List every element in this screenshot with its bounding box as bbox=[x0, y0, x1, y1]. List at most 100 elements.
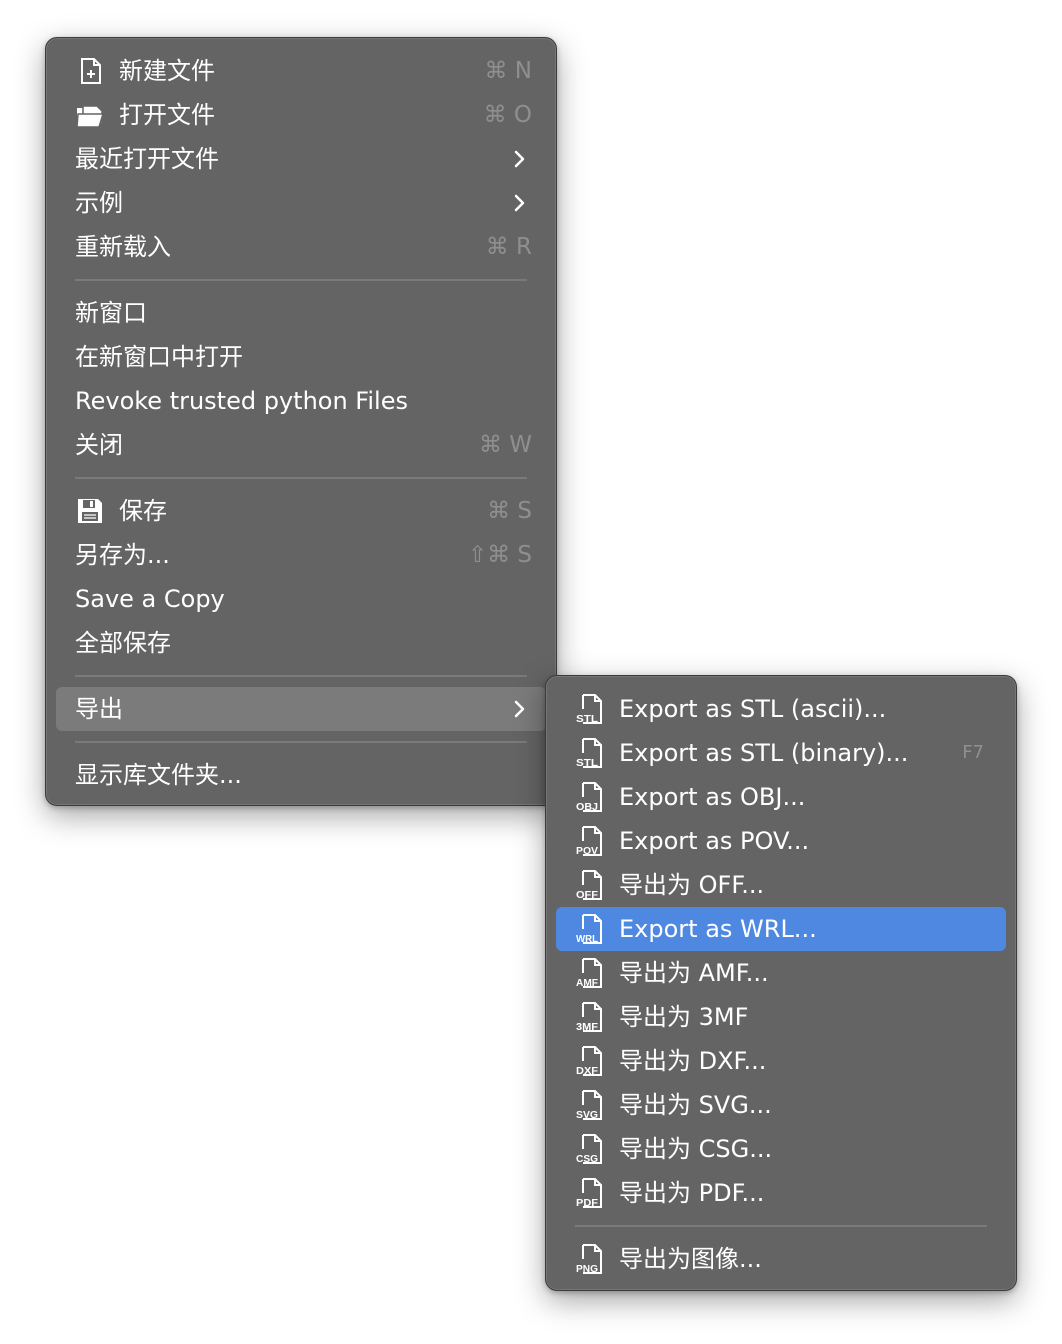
menu-item-label: 导出为 SVG... bbox=[619, 1091, 772, 1119]
menu-item-label: 导出为 3MF bbox=[619, 1003, 749, 1031]
shortcut-text: ⌘ W bbox=[478, 432, 532, 458]
export-submenu: STL Export as STL (ascii)... STL Export as … bbox=[545, 675, 1017, 1291]
file-format-icon: DXF bbox=[576, 1046, 602, 1077]
file-format-label: SVG bbox=[576, 1110, 598, 1121]
menu-item-label: 全部保存 bbox=[75, 629, 171, 657]
file-format-icon: CSG bbox=[576, 1134, 602, 1165]
menu-item-reload[interactable]: 重新载入 ⌘ R bbox=[56, 225, 546, 269]
file-format-icon: PNG bbox=[576, 1244, 602, 1275]
file-format-label: AMF bbox=[576, 978, 598, 989]
menu-item-label: 导出为图像... bbox=[619, 1245, 762, 1273]
file-format-label: OBJ bbox=[576, 802, 598, 813]
menu-item-label: 重新载入 bbox=[75, 233, 171, 261]
file-format-label: STL bbox=[576, 714, 598, 725]
file-format-icon: PDF bbox=[576, 1178, 602, 1209]
menu-item-label: 示例 bbox=[75, 189, 123, 217]
file-format-icon: 3MF bbox=[576, 1002, 602, 1033]
menu-item-new-file[interactable]: 新建文件 ⌘ N bbox=[56, 49, 546, 93]
file-format-icon: SVG bbox=[576, 1090, 602, 1121]
menu-item-label: Save a Copy bbox=[75, 585, 225, 613]
file-format-icon: POV bbox=[576, 826, 602, 857]
menu-item-recent-files[interactable]: 最近打开文件 bbox=[56, 137, 546, 181]
file-format-icon: STL bbox=[576, 694, 602, 725]
menu-separator bbox=[75, 675, 527, 677]
menu-item-label: 在新窗口中打开 bbox=[75, 343, 243, 371]
menu-item-label: 导出为 CSG... bbox=[619, 1135, 773, 1163]
menu-item-label: 新窗口 bbox=[75, 299, 147, 327]
save-disk-icon bbox=[78, 499, 102, 523]
chevron-right-icon bbox=[514, 194, 525, 212]
file-format-icon: OFF bbox=[576, 870, 602, 901]
export-item-obj[interactable]: OBJ Export as OBJ... bbox=[556, 775, 1006, 819]
shortcut-text: ⌘ R bbox=[485, 234, 532, 260]
export-item-wrl[interactable]: WRL Export as WRL... bbox=[556, 907, 1006, 951]
menu-item-export[interactable]: 导出 bbox=[56, 687, 546, 731]
export-item-dxf[interactable]: DXF 导出为 DXF... bbox=[556, 1039, 1006, 1083]
file-format-label: CSG bbox=[576, 1154, 598, 1165]
menu-item-label: 导出为 DXF... bbox=[619, 1047, 767, 1075]
export-item-pdf[interactable]: PDF 导出为 PDF... bbox=[556, 1171, 1006, 1215]
menu-item-open-in-new-window[interactable]: 在新窗口中打开 bbox=[56, 335, 546, 379]
shortcut-text: ⌘ O bbox=[483, 102, 532, 128]
menu-item-label: 关闭 bbox=[75, 431, 123, 459]
export-item-stl[interactable]: STL Export as STL (ascii)... bbox=[556, 687, 1006, 731]
file-format-label: STL bbox=[576, 758, 598, 769]
menu-item-save-all[interactable]: 全部保存 bbox=[56, 621, 546, 665]
menu-item-label: 打开文件 bbox=[119, 101, 215, 129]
menu-item-label: Export as OBJ... bbox=[619, 783, 806, 811]
menu-item-label: 导出为 AMF... bbox=[619, 959, 769, 987]
menu-item-label: 新建文件 bbox=[119, 57, 215, 85]
export-item-png[interactable]: PNG 导出为图像... bbox=[556, 1237, 1006, 1281]
menu-item-label: Export as STL (ascii)... bbox=[619, 695, 887, 723]
menu-item-label: 显示库文件夹... bbox=[75, 761, 242, 789]
menu-item-label: 另存为... bbox=[75, 541, 170, 569]
export-item-amf[interactable]: AMF 导出为 AMF... bbox=[556, 951, 1006, 995]
menu-item-save-as[interactable]: 另存为... ⇧⌘ S bbox=[56, 533, 546, 577]
file-format-label: DXF bbox=[576, 1066, 598, 1077]
file-format-label: OFF bbox=[576, 890, 598, 901]
menu-item-save-a-copy[interactable]: Save a Copy bbox=[56, 577, 546, 621]
file-format-icon: AMF bbox=[576, 958, 602, 989]
file-format-label: PDF bbox=[576, 1198, 598, 1209]
shortcut-text: ⌘ S bbox=[487, 498, 532, 524]
menu-separator bbox=[75, 741, 527, 743]
menu-item-label: 导出为 OFF... bbox=[619, 871, 765, 899]
menu-item-label: 保存 bbox=[119, 497, 167, 525]
menu-item-close[interactable]: 关闭 ⌘ W bbox=[56, 423, 546, 467]
export-item-pov[interactable]: POV Export as POV... bbox=[556, 819, 1006, 863]
open-folder-icon bbox=[76, 105, 105, 128]
menu-item-label: Export as WRL... bbox=[619, 915, 817, 943]
file-format-icon: WRL bbox=[576, 914, 602, 945]
menu-separator bbox=[575, 1225, 987, 1227]
shortcut-text: ⇧⌘ S bbox=[467, 542, 532, 568]
menu-item-label: 导出 bbox=[75, 695, 123, 723]
file-format-label: WRL bbox=[576, 934, 598, 945]
menu-separator bbox=[75, 279, 527, 281]
shortcut-text: F7 bbox=[962, 742, 984, 763]
shortcut-text: ⌘ N bbox=[484, 58, 532, 84]
export-item-svg[interactable]: SVG 导出为 SVG... bbox=[556, 1083, 1006, 1127]
menu-separator bbox=[75, 477, 527, 479]
menu-item-label: Export as POV... bbox=[619, 827, 810, 855]
menu-item-revoke-trusted-python[interactable]: Revoke trusted python Files bbox=[56, 379, 546, 423]
file-format-icon: STL bbox=[576, 738, 602, 769]
menu-item-label: 导出为 PDF... bbox=[619, 1179, 765, 1207]
file-format-label: PNG bbox=[576, 1264, 598, 1275]
file-format-icon: OBJ bbox=[576, 782, 602, 813]
file-menu: 新建文件 ⌘ N 打开文件 ⌘ O 最近打开文件 示例 重新载入 ⌘ R 新窗口… bbox=[45, 37, 557, 806]
menu-item-show-library-folder[interactable]: 显示库文件夹... bbox=[56, 753, 546, 797]
file-format-label: 3MF bbox=[576, 1022, 598, 1033]
export-item-csg[interactable]: CSG 导出为 CSG... bbox=[556, 1127, 1006, 1171]
chevron-right-icon bbox=[514, 700, 525, 718]
new-file-icon bbox=[81, 58, 101, 84]
menu-item-open-file[interactable]: 打开文件 ⌘ O bbox=[56, 93, 546, 137]
menu-item-save[interactable]: 保存 ⌘ S bbox=[56, 489, 546, 533]
export-item-off[interactable]: OFF 导出为 OFF... bbox=[556, 863, 1006, 907]
menu-item-label: 最近打开文件 bbox=[75, 145, 219, 173]
menu-item-new-window[interactable]: 新窗口 bbox=[56, 291, 546, 335]
export-item-stl[interactable]: STL Export as STL (binary)... F7 bbox=[556, 731, 1006, 775]
export-item-3mf[interactable]: 3MF 导出为 3MF bbox=[556, 995, 1006, 1039]
menu-item-examples[interactable]: 示例 bbox=[56, 181, 546, 225]
menu-item-label: Revoke trusted python Files bbox=[75, 387, 408, 415]
file-format-label: POV bbox=[576, 846, 598, 857]
